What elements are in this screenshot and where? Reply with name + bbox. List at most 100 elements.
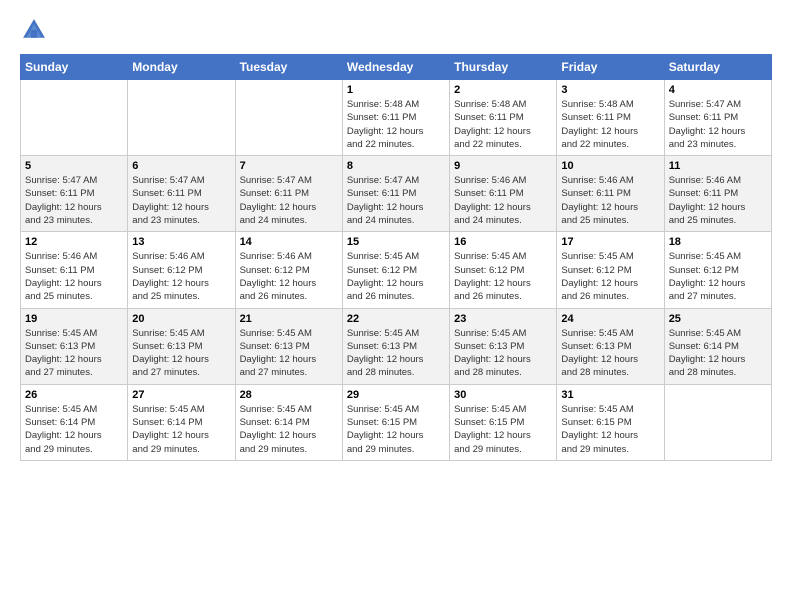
calendar-week-row: 5Sunrise: 5:47 AMSunset: 6:11 PMDaylight… — [21, 156, 772, 232]
calendar-cell: 11Sunrise: 5:46 AMSunset: 6:11 PMDayligh… — [664, 156, 771, 232]
calendar-cell: 8Sunrise: 5:47 AMSunset: 6:11 PMDaylight… — [342, 156, 449, 232]
col-thursday: Thursday — [450, 55, 557, 80]
day-number: 30 — [454, 389, 552, 401]
calendar-cell: 16 Sunrise: 5:45 AMSunset: 6:12 PMDayligh… — [450, 232, 557, 308]
col-saturday: Saturday — [664, 55, 771, 80]
day-info: Sunrise: 5:45 AMSunset: 6:14 PMDaylight:… — [132, 403, 230, 456]
calendar-cell: 19 Sunrise: 5:45 AMSunset: 6:13 PMDayligh… — [21, 308, 128, 384]
calendar-header-row: Sunday Monday Tuesday Wednesday Thursday… — [21, 55, 772, 80]
day-info: Sunrise: 5:47 AMSunset: 6:11 PMDaylight:… — [240, 174, 338, 227]
day-number: 6 — [132, 160, 230, 172]
day-info: Sunrise: 5:46 AMSunset: 6:11 PMDaylight:… — [454, 174, 552, 227]
day-info: Sunrise: 5:45 AMSunset: 6:12 PMDaylight:… — [561, 250, 659, 303]
col-monday: Monday — [128, 55, 235, 80]
calendar-week-row: 19 Sunrise: 5:45 AMSunset: 6:13 PMDayligh… — [21, 308, 772, 384]
day-number: 4 — [669, 84, 767, 96]
day-number: 28 — [240, 389, 338, 401]
logo-icon — [20, 16, 48, 44]
col-friday: Friday — [557, 55, 664, 80]
day-number: 9 — [454, 160, 552, 172]
calendar-cell: 27 Sunrise: 5:45 AMSunset: 6:14 PMDayligh… — [128, 384, 235, 460]
day-number: 11 — [669, 160, 767, 172]
calendar-cell: 18Sunrise: 5:45 AMSunset: 6:12 PMDayligh… — [664, 232, 771, 308]
day-number: 29 — [347, 389, 445, 401]
calendar-cell: 13 Sunrise: 5:46 AMSunset: 6:12 PMDayligh… — [128, 232, 235, 308]
day-number: 17 — [561, 236, 659, 248]
day-info: Sunrise: 5:45 AMSunset: 6:12 PMDaylight:… — [347, 250, 445, 303]
calendar-table: Sunday Monday Tuesday Wednesday Thursday… — [20, 54, 772, 461]
day-number: 10 — [561, 160, 659, 172]
day-number: 26 — [25, 389, 123, 401]
logo — [20, 16, 50, 44]
day-info: Sunrise: 5:47 AMSunset: 6:11 PMDaylight:… — [25, 174, 123, 227]
calendar-cell: 23 Sunrise: 5:45 AMSunset: 6:13 PMDayligh… — [450, 308, 557, 384]
col-wednesday: Wednesday — [342, 55, 449, 80]
day-number: 22 — [347, 313, 445, 325]
day-info: Sunrise: 5:46 AMSunset: 6:11 PMDaylight:… — [25, 250, 123, 303]
calendar-cell: 4 Sunrise: 5:47 AMSunset: 6:11 PMDaylight… — [664, 80, 771, 156]
calendar-cell — [128, 80, 235, 156]
day-info: Sunrise: 5:45 AMSunset: 6:15 PMDaylight:… — [454, 403, 552, 456]
calendar-cell: 9 Sunrise: 5:46 AMSunset: 6:11 PMDaylight… — [450, 156, 557, 232]
day-info: Sunrise: 5:45 AMSunset: 6:14 PMDaylight:… — [25, 403, 123, 456]
day-number: 1 — [347, 84, 445, 96]
day-number: 27 — [132, 389, 230, 401]
calendar-cell: 15 Sunrise: 5:45 AMSunset: 6:12 PMDayligh… — [342, 232, 449, 308]
col-sunday: Sunday — [21, 55, 128, 80]
day-info: Sunrise: 5:47 AMSunset: 6:11 PMDaylight:… — [132, 174, 230, 227]
calendar-cell: 6 Sunrise: 5:47 AMSunset: 6:11 PMDaylight… — [128, 156, 235, 232]
day-number: 23 — [454, 313, 552, 325]
calendar-cell: 17 Sunrise: 5:45 AMSunset: 6:12 PMDayligh… — [557, 232, 664, 308]
day-number: 8 — [347, 160, 445, 172]
day-number: 21 — [240, 313, 338, 325]
day-info: Sunrise: 5:45 AMSunset: 6:15 PMDaylight:… — [347, 403, 445, 456]
day-info: Sunrise: 5:46 AMSunset: 6:11 PMDaylight:… — [561, 174, 659, 227]
day-number: 13 — [132, 236, 230, 248]
calendar-week-row: 1 Sunrise: 5:48 AMSunset: 6:11 PMDaylight… — [21, 80, 772, 156]
day-info: Sunrise: 5:47 AMSunset: 6:11 PMDaylight:… — [669, 98, 767, 151]
calendar-cell: 3 Sunrise: 5:48 AMSunset: 6:11 PMDaylight… — [557, 80, 664, 156]
calendar-week-row: 26 Sunrise: 5:45 AMSunset: 6:14 PMDayligh… — [21, 384, 772, 460]
day-info: Sunrise: 5:45 AMSunset: 6:13 PMDaylight:… — [347, 327, 445, 380]
calendar-cell: 30 Sunrise: 5:45 AMSunset: 6:15 PMDayligh… — [450, 384, 557, 460]
day-number: 15 — [347, 236, 445, 248]
calendar-cell: 22 Sunrise: 5:45 AMSunset: 6:13 PMDayligh… — [342, 308, 449, 384]
day-info: Sunrise: 5:45 AMSunset: 6:13 PMDaylight:… — [132, 327, 230, 380]
calendar-week-row: 12 Sunrise: 5:46 AMSunset: 6:11 PMDayligh… — [21, 232, 772, 308]
day-info: Sunrise: 5:45 AMSunset: 6:13 PMDaylight:… — [240, 327, 338, 380]
day-info: Sunrise: 5:45 AMSunset: 6:12 PMDaylight:… — [454, 250, 552, 303]
calendar-cell: 5Sunrise: 5:47 AMSunset: 6:11 PMDaylight… — [21, 156, 128, 232]
day-number: 2 — [454, 84, 552, 96]
calendar-cell — [21, 80, 128, 156]
calendar-cell: 24Sunrise: 5:45 AMSunset: 6:13 PMDayligh… — [557, 308, 664, 384]
day-number: 14 — [240, 236, 338, 248]
calendar-cell: 26 Sunrise: 5:45 AMSunset: 6:14 PMDayligh… — [21, 384, 128, 460]
day-number: 3 — [561, 84, 659, 96]
day-info: Sunrise: 5:45 AMSunset: 6:14 PMDaylight:… — [669, 327, 767, 380]
calendar-cell — [235, 80, 342, 156]
day-number: 18 — [669, 236, 767, 248]
calendar-cell: 7 Sunrise: 5:47 AMSunset: 6:11 PMDaylight… — [235, 156, 342, 232]
day-number: 16 — [454, 236, 552, 248]
day-info: Sunrise: 5:45 AMSunset: 6:13 PMDaylight:… — [25, 327, 123, 380]
calendar-cell — [664, 384, 771, 460]
day-info: Sunrise: 5:48 AMSunset: 6:11 PMDaylight:… — [454, 98, 552, 151]
calendar-cell: 14Sunrise: 5:46 AMSunset: 6:12 PMDayligh… — [235, 232, 342, 308]
day-info: Sunrise: 5:45 AMSunset: 6:13 PMDaylight:… — [561, 327, 659, 380]
calendar-cell: 29 Sunrise: 5:45 AMSunset: 6:15 PMDayligh… — [342, 384, 449, 460]
day-number: 20 — [132, 313, 230, 325]
calendar-cell: 20 Sunrise: 5:45 AMSunset: 6:13 PMDayligh… — [128, 308, 235, 384]
day-info: Sunrise: 5:45 AMSunset: 6:13 PMDaylight:… — [454, 327, 552, 380]
day-info: Sunrise: 5:48 AMSunset: 6:11 PMDaylight:… — [561, 98, 659, 151]
calendar-cell: 25Sunrise: 5:45 AMSunset: 6:14 PMDayligh… — [664, 308, 771, 384]
day-info: Sunrise: 5:46 AMSunset: 6:12 PMDaylight:… — [132, 250, 230, 303]
page: Sunday Monday Tuesday Wednesday Thursday… — [0, 0, 792, 612]
calendar-cell: 12 Sunrise: 5:46 AMSunset: 6:11 PMDayligh… — [21, 232, 128, 308]
calendar-cell: 2 Sunrise: 5:48 AMSunset: 6:11 PMDaylight… — [450, 80, 557, 156]
calendar-cell: 21 Sunrise: 5:45 AMSunset: 6:13 PMDayligh… — [235, 308, 342, 384]
day-info: Sunrise: 5:48 AMSunset: 6:11 PMDaylight:… — [347, 98, 445, 151]
day-number: 7 — [240, 160, 338, 172]
day-number: 12 — [25, 236, 123, 248]
calendar-cell: 10 Sunrise: 5:46 AMSunset: 6:11 PMDayligh… — [557, 156, 664, 232]
day-number: 19 — [25, 313, 123, 325]
